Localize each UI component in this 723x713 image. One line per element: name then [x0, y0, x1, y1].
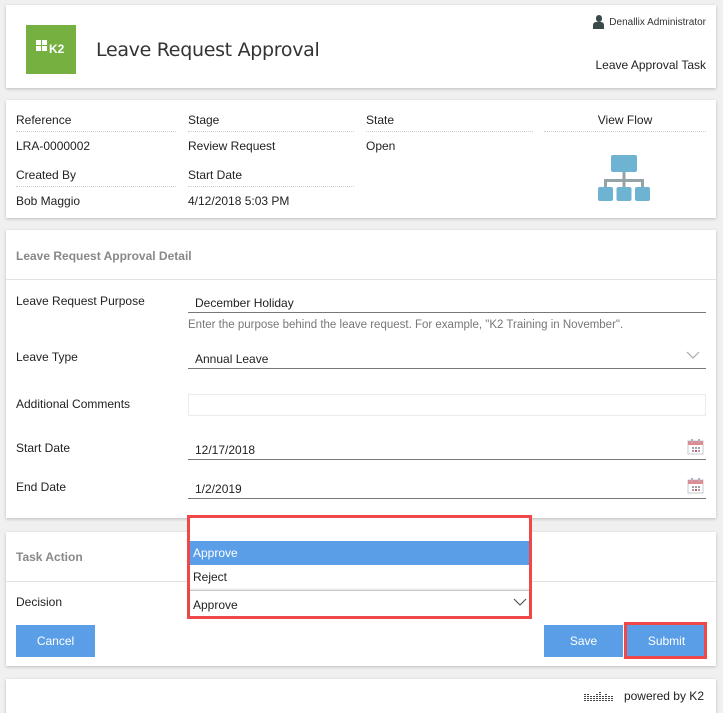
- start-date-value: 12/17/2018: [195, 443, 256, 457]
- flow-hierarchy-icon[interactable]: [598, 155, 650, 205]
- chevron-down-icon: [513, 598, 527, 606]
- section-title-detail: Leave Request Approval Detail: [16, 249, 192, 263]
- decision-option-approve[interactable]: Approve: [190, 541, 529, 565]
- reference-field: Reference LRA-0000002: [16, 113, 176, 153]
- decision-dropdown[interactable]: Approve Reject Approve: [187, 515, 532, 619]
- calendar-icon[interactable]: [687, 438, 704, 455]
- leave-detail-card: Leave Request Approval Detail Leave Requ…: [6, 230, 716, 518]
- purpose-label: Leave Request Purpose: [16, 294, 145, 308]
- save-button[interactable]: Save: [544, 625, 623, 657]
- state-value: Open: [366, 139, 396, 153]
- created-by-value: Bob Maggio: [16, 194, 81, 208]
- header-card: K2 Leave Request Approval Denallix Admin…: [6, 5, 716, 88]
- purpose-input[interactable]: December Holiday: [188, 291, 706, 313]
- created-by-field: Created By Bob Maggio: [16, 168, 176, 208]
- comments-textarea[interactable]: [188, 394, 706, 416]
- start-date-info-label: Start Date: [188, 168, 354, 187]
- comments-label: Additional Comments: [16, 397, 131, 411]
- page-title: Leave Request Approval: [96, 39, 320, 61]
- user-menu[interactable]: Denallix Administrator: [593, 15, 706, 29]
- view-flow-label: View Flow: [544, 113, 706, 132]
- decision-value: Approve: [193, 598, 238, 612]
- logo-square: [36, 46, 41, 51]
- logo-text: K2: [49, 42, 65, 56]
- created-by-label: Created By: [16, 168, 176, 187]
- stage-value: Review Request: [188, 139, 276, 153]
- divider: [6, 279, 716, 280]
- footer: powered by K2: [6, 679, 716, 713]
- stage-label: Stage: [188, 113, 354, 132]
- powered-by: powered by K2: [583, 689, 704, 703]
- decision-option-reject[interactable]: Reject: [190, 565, 529, 589]
- logo-square: [42, 40, 47, 45]
- logo-square: [36, 40, 41, 45]
- decision-select[interactable]: Approve: [190, 590, 529, 616]
- decision-label: Decision: [16, 595, 63, 609]
- stage-field: Stage Review Request: [188, 113, 354, 153]
- k2-logo: K2: [26, 25, 76, 74]
- start-date-info-field: Start Date 4/12/2018 5:03 PM: [188, 168, 354, 208]
- task-name: Leave Approval Task: [595, 58, 706, 72]
- end-date-input[interactable]: 1/2/2019: [188, 477, 706, 499]
- view-flow-field: View Flow: [544, 113, 706, 132]
- start-date-label: Start Date: [16, 441, 71, 455]
- user-name: Denallix Administrator: [609, 16, 706, 28]
- task-info-card: Reference LRA-0000002 Stage Review Reque…: [6, 100, 716, 218]
- state-field: State Open: [366, 113, 533, 153]
- start-date-input[interactable]: 12/17/2018: [188, 438, 706, 460]
- reference-label: Reference: [16, 113, 176, 132]
- powered-by-text: powered by K2: [623, 689, 704, 703]
- start-date-info-value: 4/12/2018 5:03 PM: [188, 194, 290, 208]
- k2-equalizer-icon: [583, 691, 616, 701]
- logo-square: [42, 46, 47, 51]
- chevron-down-icon: [686, 351, 700, 359]
- user-icon: [593, 15, 605, 29]
- leave-type-label: Leave Type: [16, 350, 78, 364]
- cancel-button[interactable]: Cancel: [16, 625, 95, 657]
- end-date-label: End Date: [16, 480, 67, 494]
- end-date-value: 1/2/2019: [195, 482, 242, 496]
- section-title-task-action: Task Action: [16, 550, 83, 564]
- reference-value: LRA-0000002: [16, 139, 91, 153]
- state-label: State: [366, 113, 533, 132]
- leave-type-select[interactable]: Annual Leave: [188, 347, 706, 369]
- purpose-hint: Enter the purpose behind the leave reque…: [188, 319, 624, 331]
- submit-button[interactable]: Submit: [627, 625, 706, 657]
- calendar-icon[interactable]: [687, 477, 704, 494]
- leave-type-value: Annual Leave: [195, 352, 269, 366]
